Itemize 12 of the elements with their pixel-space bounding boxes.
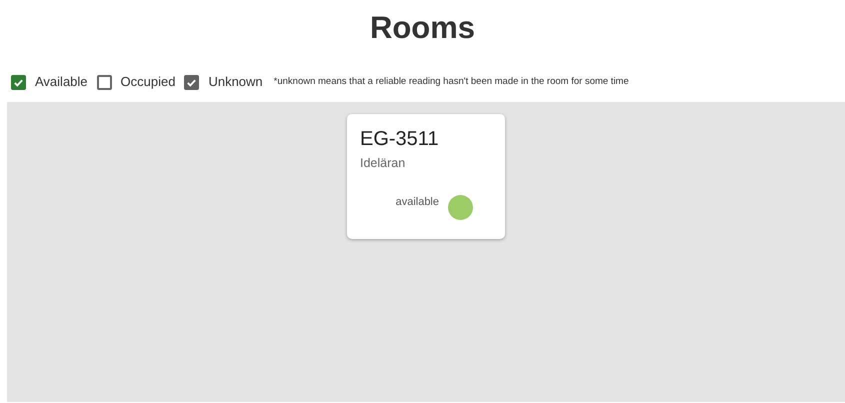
page-title: Rooms [368, 9, 476, 47]
checkbox[interactable] [96, 74, 112, 90]
checkbox-label[interactable]: Available [35, 72, 88, 92]
checkbox-label[interactable]: Occupied [120, 72, 176, 92]
footnote: *unknown means that a reliable reading hasn't been made in the room for some time [274, 74, 629, 89]
room-code: EG-3511 [360, 127, 439, 151]
checkbox[interactable] [184, 74, 200, 90]
checkbox[interactable] [11, 74, 26, 90]
room-name: Ideläran [360, 155, 406, 172]
room-card[interactable]: EG-3511 Ideläran available [347, 114, 505, 239]
checkbox-label[interactable]: Unknown [208, 72, 263, 92]
status-text: available [396, 195, 439, 210]
